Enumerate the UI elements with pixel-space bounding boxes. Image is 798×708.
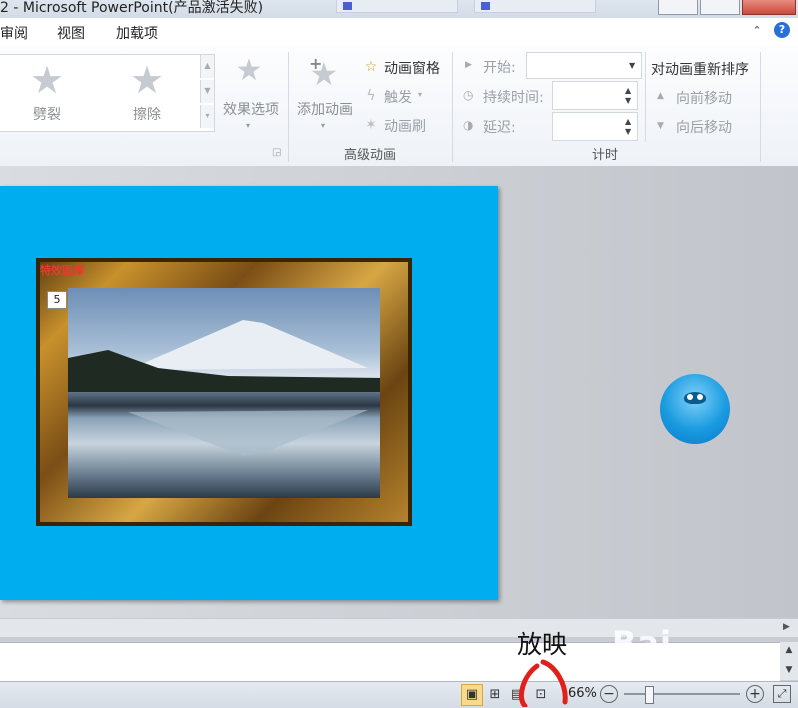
- duration-spinner[interactable]: ▲ ▼: [552, 81, 638, 110]
- dialog-launcher-icon[interactable]: ◲: [272, 147, 281, 158]
- slide-sorter-button[interactable]: ⊞: [485, 685, 505, 705]
- vertical-scrollbar[interactable]: ▲ ▼: [780, 642, 798, 680]
- zoom-in-icon[interactable]: +: [746, 685, 764, 703]
- reorder-title: 对动画重新排序: [651, 62, 749, 78]
- clock-icon: ◷: [463, 88, 474, 102]
- taskbar-thumbnail[interactable]: [336, 0, 458, 13]
- group-separator: [645, 52, 646, 142]
- group-separator: [452, 52, 453, 162]
- chevron-down-icon[interactable]: ▼: [780, 655, 798, 675]
- chevron-down-icon: ▼: [629, 61, 636, 70]
- chevron-up-icon[interactable]: ⌃: [750, 24, 764, 38]
- horizontal-scrollbar[interactable]: ▶: [0, 618, 798, 637]
- group-separator: [288, 52, 289, 162]
- close-button[interactable]: [742, 0, 796, 15]
- move-earlier-button[interactable]: 向前移动: [676, 88, 732, 108]
- duration-label: 持续时间:: [483, 90, 544, 106]
- effect-split[interactable]: 劈裂: [17, 104, 77, 124]
- chevron-down-icon: ▾: [246, 121, 251, 130]
- chevron-down-icon: ▾: [418, 90, 423, 99]
- spin-down-icon[interactable]: ▼: [625, 97, 633, 105]
- spin-up-icon[interactable]: ▲: [625, 87, 633, 95]
- animation-pane-button[interactable]: 动画窗格: [384, 58, 440, 78]
- normal-view-button[interactable]: ▣: [461, 684, 483, 706]
- play-icon: ▶: [465, 60, 472, 70]
- help-icon[interactable]: ?: [774, 22, 790, 38]
- mascot-image: [660, 374, 730, 444]
- group-separator: [760, 52, 761, 162]
- effect-options-button[interactable]: 效果选项: [219, 99, 283, 119]
- animation-order-badge[interactable]: 5: [47, 291, 67, 309]
- chevron-up-icon[interactable]: ▲: [780, 642, 798, 655]
- annotation-circle: [519, 659, 568, 707]
- spin-down-icon[interactable]: ▼: [625, 128, 633, 136]
- baidu-watermark-sub: 经验: [700, 646, 745, 671]
- status-bar: ▣ ⊞ ▤ ⊡ 66% − + ⤢: [0, 681, 798, 708]
- gallery-logo: 特效图库: [40, 264, 84, 277]
- tab-addins[interactable]: 加载项: [116, 23, 158, 43]
- start-select[interactable]: ▼: [526, 52, 642, 79]
- start-label: 开始:: [483, 60, 516, 76]
- window-title: 2 - Microsoft PowerPoint(产品激活失败): [0, 0, 264, 16]
- animation-painter-icon: ✶: [365, 117, 377, 133]
- fit-to-window-icon[interactable]: ⤢: [773, 685, 791, 703]
- eye-icon: [697, 394, 703, 400]
- group-title-advanced-animation: 高级动画: [343, 148, 396, 163]
- animation-gallery[interactable]: ★ 劈裂 ★ 擦除 ▲ ▼ ▾: [0, 54, 215, 132]
- group-title-timing: 计时: [591, 148, 618, 163]
- animation-painter-button[interactable]: 动画刷: [384, 116, 426, 136]
- zoom-slider-track[interactable]: [624, 693, 740, 695]
- title-bar: 2 - Microsoft PowerPoint(产品激活失败): [0, 0, 798, 18]
- arrow-down-icon: ▼: [657, 121, 664, 131]
- taskbar-thumbnail[interactable]: [474, 0, 596, 13]
- chevron-down-icon: ▾: [321, 121, 326, 130]
- star-icon: ★: [129, 58, 165, 102]
- add-animation-button[interactable]: 添加动画: [292, 99, 358, 119]
- spin-up-icon[interactable]: ▲: [625, 118, 633, 126]
- minimize-button[interactable]: [658, 0, 698, 15]
- delay-spinner[interactable]: ▲ ▼: [552, 112, 638, 141]
- eye-icon: [687, 394, 693, 400]
- ribbon-tabs: 审阅 视图 加载项 ⌃ ?: [0, 18, 798, 46]
- star-icon: ★: [29, 58, 65, 102]
- trigger-button[interactable]: 触发: [384, 87, 412, 107]
- move-later-button[interactable]: 向后移动: [676, 117, 732, 137]
- mountain-image-overlay: [68, 320, 380, 456]
- document-icon: [343, 2, 352, 10]
- zoom-slider-thumb[interactable]: [645, 686, 654, 704]
- baidu-watermark: Bai: [612, 624, 672, 662]
- maximize-button[interactable]: [700, 0, 740, 15]
- tab-view[interactable]: 视图: [57, 23, 85, 43]
- chevron-right-icon[interactable]: ▶: [783, 622, 790, 632]
- delay-icon: ◑: [463, 118, 474, 132]
- animation-pane-icon: ☆: [364, 59, 378, 75]
- zoom-out-icon[interactable]: −: [600, 685, 618, 703]
- lightning-icon: ϟ: [366, 88, 376, 104]
- plus-icon: +: [309, 54, 323, 73]
- gallery-scroll-up[interactable]: ▲: [200, 55, 214, 78]
- effect-wipe[interactable]: 擦除: [117, 104, 177, 124]
- document-icon: [481, 2, 490, 10]
- star-icon: ★: [235, 53, 263, 88]
- delay-label: 延迟:: [483, 120, 516, 136]
- gallery-more[interactable]: ▾: [200, 105, 214, 128]
- annotation-label: 放映: [517, 630, 568, 659]
- gallery-scroll-down[interactable]: ▼: [200, 80, 214, 103]
- zoom-level[interactable]: 66%: [568, 686, 597, 701]
- tab-review[interactable]: 审阅: [0, 23, 28, 43]
- arrow-up-icon: ▲: [657, 91, 664, 101]
